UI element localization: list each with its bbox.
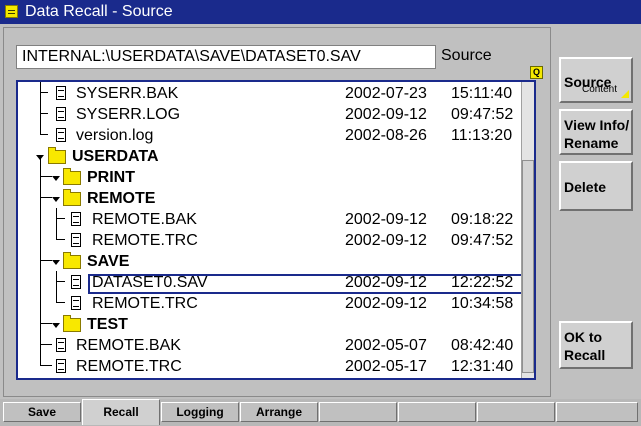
file-time: 12:31:40 xyxy=(451,358,514,375)
tab-recall[interactable]: Recall xyxy=(82,399,160,425)
folder-name: TEST xyxy=(87,316,128,333)
file-time: 11:13:20 xyxy=(451,127,513,144)
file-date: 2002-08-26 xyxy=(345,127,427,144)
folder-item[interactable]: TEST xyxy=(18,315,523,336)
folder-name: PRINT xyxy=(87,169,135,186)
file-icon xyxy=(56,86,66,100)
folder-icon xyxy=(63,315,81,332)
folder-icon xyxy=(63,189,81,206)
chevron-down-icon[interactable] xyxy=(52,260,60,265)
tab-arrange[interactable]: Arrange xyxy=(240,402,318,422)
file-time: 09:47:52 xyxy=(451,106,514,123)
file-date: 2002-09-12 xyxy=(345,106,427,123)
folder-item[interactable]: REMOTE xyxy=(18,189,523,210)
file-time: 08:42:40 xyxy=(451,337,514,354)
list-item[interactable]: version.log 2002-08-26 11:13:20 xyxy=(18,126,523,147)
file-name: REMOTE.BAK xyxy=(76,337,181,354)
ok-to-recall-label: OK to Recall xyxy=(564,329,606,363)
delete-softkey[interactable]: Delete xyxy=(559,161,633,211)
file-icon xyxy=(71,296,81,310)
q-marker-icon: Q xyxy=(530,66,543,79)
file-name: REMOTE.TRC xyxy=(92,232,198,249)
file-icon xyxy=(71,212,81,226)
list-item[interactable]: SYSERR.BAK 2002-07-23 15:11:40 xyxy=(18,84,523,105)
chevron-down-icon[interactable] xyxy=(52,323,60,328)
file-icon xyxy=(56,107,66,121)
path-field[interactable]: INTERNAL:\USERDATA\SAVE\DATASET0.SAV xyxy=(16,45,436,69)
folder-item[interactable]: PRINT xyxy=(18,168,523,189)
list-item[interactable]: REMOTE.TRC 2002-05-17 12:31:40 xyxy=(18,357,523,378)
folder-name: SAVE xyxy=(87,253,130,270)
file-date: 2002-07-23 xyxy=(345,85,427,102)
folder-item[interactable]: USERDATA xyxy=(18,147,523,168)
file-name: REMOTE.TRC xyxy=(76,358,182,375)
file-date: 2002-05-17 xyxy=(345,358,427,375)
tab-empty[interactable] xyxy=(477,402,555,422)
view-info-rename-softkey[interactable]: View Info/ Rename xyxy=(559,109,633,155)
file-icon xyxy=(56,359,66,373)
file-date: 2002-05-07 xyxy=(345,337,427,354)
file-icon xyxy=(71,233,81,247)
folder-name: USERDATA xyxy=(72,148,159,165)
file-icon xyxy=(56,338,66,352)
list-item-selected[interactable]: DATASET0.SAV 2002-09-12 12:22:52 xyxy=(18,273,534,294)
delete-label: Delete xyxy=(564,179,607,195)
file-time: 15:11:40 xyxy=(451,85,513,102)
title-bar: Data Recall - Source xyxy=(0,0,641,24)
file-icon xyxy=(56,128,66,142)
file-date: 2002-09-12 xyxy=(345,274,427,291)
folder-icon xyxy=(63,168,81,185)
file-name: SYSERR.LOG xyxy=(76,106,181,123)
corner-marker-icon xyxy=(621,90,629,98)
window-menu-icon[interactable] xyxy=(5,5,18,18)
chevron-down-icon[interactable] xyxy=(36,155,44,160)
folder-icon xyxy=(63,252,81,269)
file-name: REMOTE.TRC xyxy=(92,295,198,312)
scrollbar-thumb[interactable] xyxy=(522,160,534,373)
file-tree[interactable]: SYSERR.BAK 2002-07-23 15:11:40 SYSERR.LO… xyxy=(16,80,536,380)
chevron-down-icon[interactable] xyxy=(52,176,60,181)
file-date: 2002-09-12 xyxy=(345,295,427,312)
list-item[interactable]: REMOTE.TRC 2002-09-12 09:47:52 xyxy=(18,231,523,252)
list-item[interactable]: REMOTE.TRC 2002-09-12 10:34:58 xyxy=(18,294,523,315)
file-time: 09:47:52 xyxy=(451,232,514,249)
folder-icon xyxy=(48,147,66,164)
file-name: SYSERR.BAK xyxy=(76,85,179,102)
source-softkey-sub: Content xyxy=(581,84,617,95)
file-time: 09:18:22 xyxy=(451,211,514,228)
view-info-rename-label: View Info/ Rename xyxy=(564,117,630,151)
ok-to-recall-softkey[interactable]: OK to Recall xyxy=(559,321,633,369)
list-item[interactable]: REMOTE.BAK 2002-05-07 08:42:40 xyxy=(18,336,523,357)
list-item[interactable]: SYSERR.LOG 2002-09-12 09:47:52 xyxy=(18,105,523,126)
tab-empty[interactable] xyxy=(556,402,638,422)
window-title: Data Recall - Source xyxy=(25,3,173,20)
bottom-tab-bar: Save Recall Logging Arrange xyxy=(0,399,641,426)
tab-logging[interactable]: Logging xyxy=(161,402,239,422)
tab-empty[interactable] xyxy=(319,402,397,422)
list-item[interactable]: REMOTE.BAK 2002-09-12 09:18:22 xyxy=(18,210,523,231)
tab-save[interactable]: Save xyxy=(3,402,81,422)
chevron-down-icon[interactable] xyxy=(52,197,60,202)
folder-name: REMOTE xyxy=(87,190,156,207)
file-name: REMOTE.BAK xyxy=(92,211,197,228)
source-softkey[interactable]: Source Content xyxy=(559,57,633,103)
file-name: DATASET0.SAV xyxy=(92,274,208,291)
file-icon xyxy=(71,275,81,289)
folder-item[interactable]: SAVE xyxy=(18,252,523,273)
tab-empty[interactable] xyxy=(398,402,476,422)
file-date: 2002-09-12 xyxy=(345,232,427,249)
file-date: 2002-09-12 xyxy=(345,211,427,228)
file-time: 12:22:52 xyxy=(451,274,514,291)
source-label: Source xyxy=(441,47,492,64)
file-time: 10:34:58 xyxy=(451,295,514,312)
scrollbar[interactable] xyxy=(521,82,534,378)
file-name: version.log xyxy=(76,127,154,144)
